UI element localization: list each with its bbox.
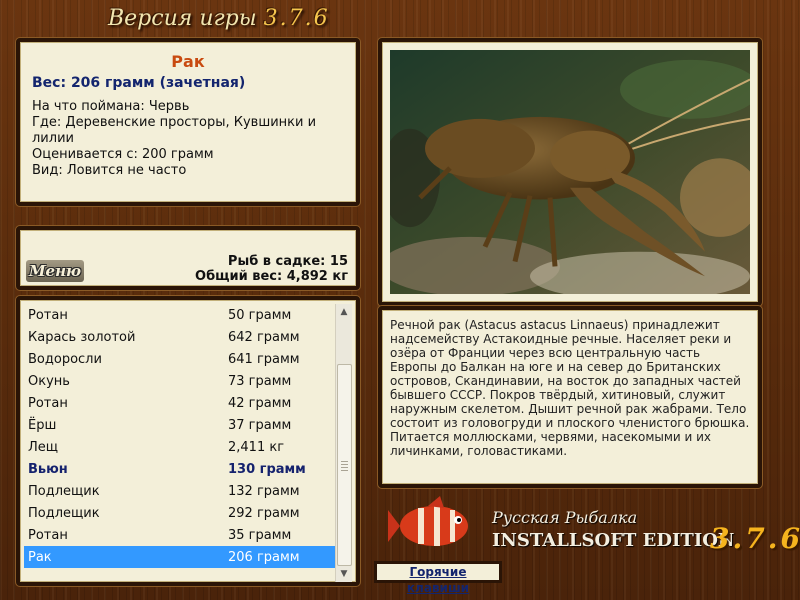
fish-name-cell: Подлещик <box>28 506 100 521</box>
fish-name-cell: Ротан <box>28 528 68 543</box>
fish-count: Рыб в садке: 15 <box>227 254 348 269</box>
fish-weight-cell: 292 грамм <box>228 506 300 521</box>
fish-name-cell: Водоросли <box>28 352 102 367</box>
crayfish-photo-frame <box>378 38 762 306</box>
fish-weight-cell: 42 грамм <box>228 396 292 411</box>
fish-weight-cell: 642 грамм <box>228 330 300 345</box>
fish-weight-cell: 130 грамм <box>228 462 306 477</box>
logo-title: Русская Рыбалка <box>492 508 638 527</box>
fish-weight-cell: 641 грамм <box>228 352 300 367</box>
crayfish-photo <box>380 50 760 301</box>
list-item[interactable]: Вьюн 130 грамм <box>24 458 342 480</box>
scroll-up-icon[interactable]: ▲ <box>336 304 352 320</box>
fish-weight: Вес: 206 грамм (зачетная) <box>32 75 246 91</box>
grip-icon <box>341 461 348 473</box>
list-item[interactable]: Лещ 2,411 кг <box>24 436 342 458</box>
list-item[interactable]: Ёрш 37 грамм <box>24 414 342 436</box>
logo-version: 3.7.6 <box>710 522 800 555</box>
info-min-weight: Оценивается с: 200 грамм <box>32 147 214 162</box>
list-item[interactable]: Рак 206 грамм <box>24 546 342 568</box>
list-item[interactable]: Окунь 73 грамм <box>24 370 342 392</box>
info-location-cont: лилии <box>32 131 74 146</box>
version-number: 3.7.6 <box>263 6 330 31</box>
menu-button[interactable]: Меню <box>26 260 84 282</box>
total-weight: Общий вес: 4,892 кг <box>195 269 348 284</box>
title-bar: Версия игры 3.7.6 <box>0 0 800 42</box>
fish-name-cell: Подлещик <box>28 484 100 499</box>
game-logo: Русская Рыбалка INSTALLSOFT EDITION 3.7.… <box>388 494 800 566</box>
list-item[interactable]: Водоросли 641 грамм <box>24 348 342 370</box>
list-scrollbar[interactable]: ▲ ▼ <box>335 304 352 582</box>
stats-panel: Меню Рыб в садке: 15 Общий вес: 4,892 кг <box>16 226 360 290</box>
catch-list-panel: Ротан 50 грамм Карась золотой 642 грамм Водо… <box>16 296 360 586</box>
fish-name-cell: Карась золотой <box>28 330 136 345</box>
scroll-down-icon[interactable]: ▼ <box>336 566 352 582</box>
fish-name-cell: Ротан <box>28 308 68 323</box>
info-location: Где: Деревенские просторы, Кувшинки и <box>32 115 317 130</box>
catch-list: Ротан 50 грамм Карась золотой 642 грамм Водо… <box>24 304 342 568</box>
list-item[interactable]: Ротан 42 грамм <box>24 392 342 414</box>
list-item[interactable]: Ротан 35 грамм <box>24 524 342 546</box>
fish-name: Рак <box>171 52 205 71</box>
fish-weight-cell: 2,411 кг <box>228 440 285 455</box>
description-panel: Речной рак (Astacus astacus Linnaeus) пр… <box>378 306 762 488</box>
fish-name-cell: Лещ <box>28 440 59 455</box>
list-item[interactable]: Подлещик 132 грамм <box>24 480 342 502</box>
scroll-thumb[interactable] <box>337 364 352 566</box>
fish-name-cell: Вьюн <box>28 462 68 477</box>
logo-edition: INSTALLSOFT EDITION <box>492 530 735 551</box>
fish-name-cell: Рак <box>28 550 52 565</box>
game-version-title: Версия игры 3.7.6 <box>108 6 330 31</box>
fish-weight-cell: 132 грамм <box>228 484 300 499</box>
list-item[interactable]: Карась золотой 642 грамм <box>24 326 342 348</box>
species-description: Речной рак (Astacus astacus Linnaeus) пр… <box>390 318 750 458</box>
version-prefix: Версия игры <box>108 6 257 31</box>
fish-name-cell: Ёрш <box>28 418 57 433</box>
fish-weight-cell: 50 грамм <box>228 308 292 323</box>
fish-info-panel: Рак Вес: 206 грамм (зачетная) На что пой… <box>16 38 360 206</box>
info-bait: На что поймана: Червь <box>32 99 190 114</box>
info-rarity: Вид: Ловится не часто <box>32 163 187 178</box>
list-item[interactable]: Подлещик 292 грамм <box>24 502 342 524</box>
fish-weight-cell: 206 грамм <box>228 550 300 565</box>
fish-weight-cell: 35 грамм <box>228 528 292 543</box>
fish-name-cell: Ротан <box>28 396 68 411</box>
list-item[interactable]: Ротан 50 грамм <box>24 304 342 326</box>
net-stats: Рыб в садке: 15 Общий вес: 4,892 кг <box>195 254 348 284</box>
red-fish-icon <box>388 496 468 546</box>
fish-weight-cell: 37 грамм <box>228 418 292 433</box>
fish-weight-cell: 73 грамм <box>228 374 292 389</box>
hotkeys-button[interactable]: Горячие клавиши <box>374 561 502 595</box>
fish-name-cell: Окунь <box>28 374 70 389</box>
